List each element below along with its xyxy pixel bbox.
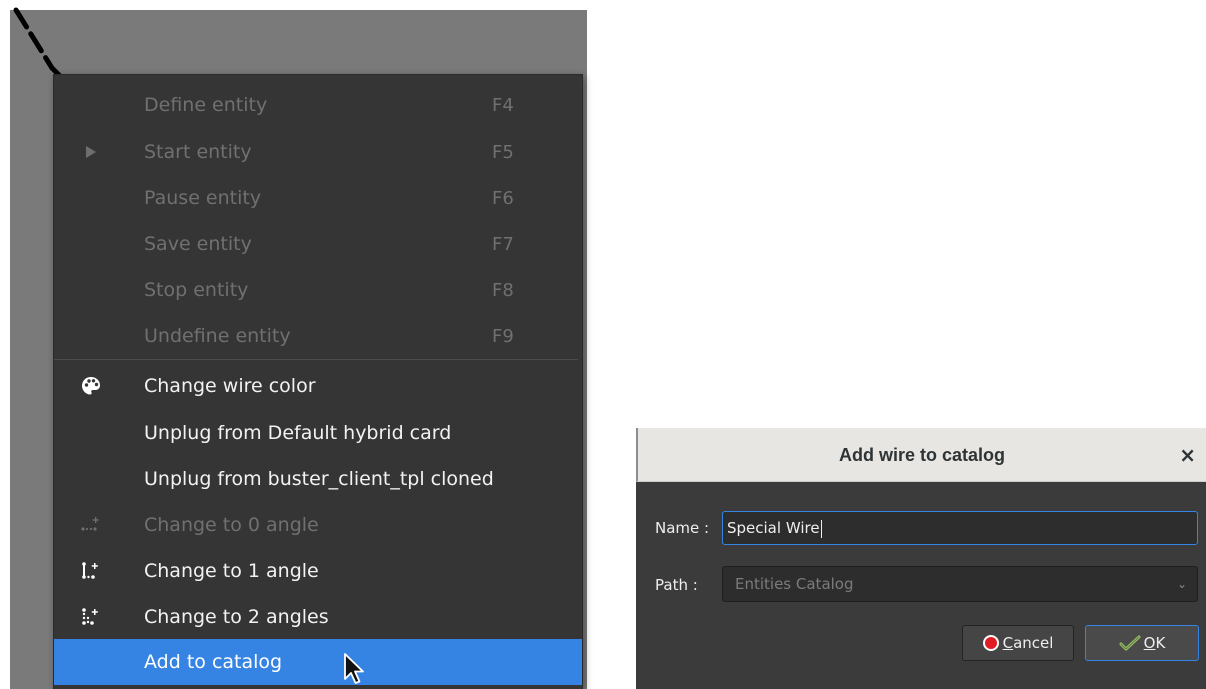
play-icon	[78, 129, 104, 175]
name-input[interactable]: Special Wire	[722, 511, 1198, 545]
menu-item-stop-entity[interactable]: Stop entity F8	[54, 267, 582, 313]
menu-item-shortcut: F7	[492, 233, 514, 255]
name-input-value: Special Wire	[727, 519, 820, 537]
angle-0-icon	[78, 502, 104, 548]
menu-item-shortcut: F4	[492, 94, 514, 116]
chevron-down-icon: ⌄	[1176, 577, 1187, 591]
menu-item-change-to-2-angles[interactable]: Change to 2 angles	[54, 594, 582, 640]
menu-item-label: Unplug from Default hybrid card	[144, 422, 452, 444]
menu-item-change-to-1-angle[interactable]: Change to 1 angle	[54, 548, 582, 594]
path-dropdown[interactable]: Entities Catalog ⌄	[722, 566, 1198, 602]
cancel-button-label: Cancel	[1002, 634, 1054, 652]
dialog-title: Add wire to catalog	[838, 445, 1006, 465]
mouse-pointer-icon	[344, 653, 364, 684]
menu-item-label: Pause entity	[144, 187, 262, 209]
menu-item-label: Add to catalog	[144, 651, 283, 673]
menu-item-label: Change to 1 angle	[144, 560, 319, 582]
ok-button-label: OK	[1143, 634, 1166, 652]
context-menu: Define entity F4 Start entity F5 Pause e…	[54, 75, 582, 689]
menu-item-change-to-0-angle[interactable]: Change to 0 angle	[54, 502, 582, 548]
menu-item-undefine-entity[interactable]: Undefine entity F9	[54, 313, 582, 359]
close-icon[interactable]: ×	[1179, 428, 1196, 482]
angle-1-icon	[78, 548, 104, 594]
palette-icon	[78, 363, 104, 409]
menu-item-pause-entity[interactable]: Pause entity F6	[54, 175, 582, 221]
menu-item-label: Stop entity	[144, 279, 249, 301]
name-label: Name :	[655, 519, 710, 537]
menu-item-unplug-default-hybrid-card[interactable]: Unplug from Default hybrid card	[54, 410, 582, 456]
path-dropdown-value: Entities Catalog	[735, 575, 854, 593]
menu-item-define-entity[interactable]: Define entity F4	[54, 82, 582, 128]
menu-item-label: Unplug from buster_client_tpl cloned	[144, 468, 494, 490]
menu-item-label: Change to 0 angle	[144, 514, 319, 536]
menu-separator	[54, 359, 578, 360]
dialog-header: Add wire to catalog ×	[636, 428, 1206, 482]
cancel-icon	[982, 635, 999, 651]
text-caret	[820, 519, 822, 538]
menu-item-shortcut: F9	[492, 325, 514, 347]
menu-item-start-entity[interactable]: Start entity F5	[54, 129, 582, 175]
menu-item-shortcut: F6	[492, 187, 514, 209]
menu-item-shortcut: F5	[492, 141, 514, 163]
menu-item-save-entity[interactable]: Save entity F7	[54, 221, 582, 267]
menu-item-label: Start entity	[144, 141, 252, 163]
menu-item-label: Undefine entity	[144, 325, 291, 347]
menu-item-shortcut: F8	[492, 279, 514, 301]
menu-item-add-to-catalog[interactable]: Add to catalog	[54, 639, 582, 685]
menu-item-label: Change to 2 angles	[144, 606, 329, 628]
menu-item-label: Define entity	[144, 94, 268, 116]
ok-button[interactable]: OK	[1085, 625, 1199, 661]
add-wire-dialog: Add wire to catalog × Name : Special Wir…	[636, 428, 1206, 689]
ok-icon	[1119, 635, 1141, 651]
cancel-button[interactable]: Cancel	[962, 625, 1074, 661]
menu-item-unplug-buster-client[interactable]: Unplug from buster_client_tpl cloned	[54, 456, 582, 502]
menu-item-change-wire-color[interactable]: Change wire color	[54, 363, 582, 409]
menu-item-label: Change wire color	[144, 375, 316, 397]
menu-item-label: Save entity	[144, 233, 252, 255]
path-label: Path :	[655, 576, 698, 594]
diagram-canvas[interactable]: Define entity F4 Start entity F5 Pause e…	[0, 0, 587, 689]
angle-2-icon	[78, 594, 104, 640]
